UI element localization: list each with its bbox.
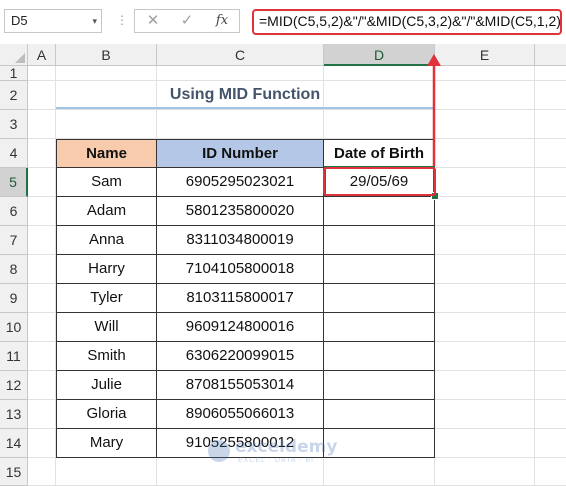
formula-bar-area: D5 ▾ ⋮ ✕ ✓ fx =MID(C5,5,2)&"/"&MID(C5,3,… [0, 0, 566, 45]
formula-buttons: ✕ ✓ fx [134, 9, 240, 33]
insert-function-button[interactable]: fx [209, 10, 235, 32]
exceldemy-logo-icon [208, 440, 230, 462]
watermark-tagline: EXCEL · DATA · BI [238, 457, 314, 464]
enter-icon[interactable]: ✓ [177, 10, 197, 32]
name-box[interactable]: D5 ▾ [4, 9, 102, 33]
more-options-icon[interactable]: ⋮ [116, 13, 129, 27]
watermark-name: exceldemy [235, 437, 338, 457]
formula-arrow [427, 54, 441, 166]
name-box-value: D5 [11, 13, 28, 28]
watermark: exceldemy EXCEL · DATA · BI [208, 436, 378, 470]
cancel-icon[interactable]: ✕ [143, 10, 163, 32]
worksheet-grid[interactable]: A B C D E 1 2 3 4 5 6 7 8 9 10 11 12 13 14 15 Using MI… [0, 44, 566, 486]
chevron-down-icon[interactable]: ▾ [92, 10, 97, 32]
formula-input[interactable]: =MID(C5,5,2)&"/"&MID(C5,3,2)&"/"&MID(C5,… [252, 9, 562, 35]
